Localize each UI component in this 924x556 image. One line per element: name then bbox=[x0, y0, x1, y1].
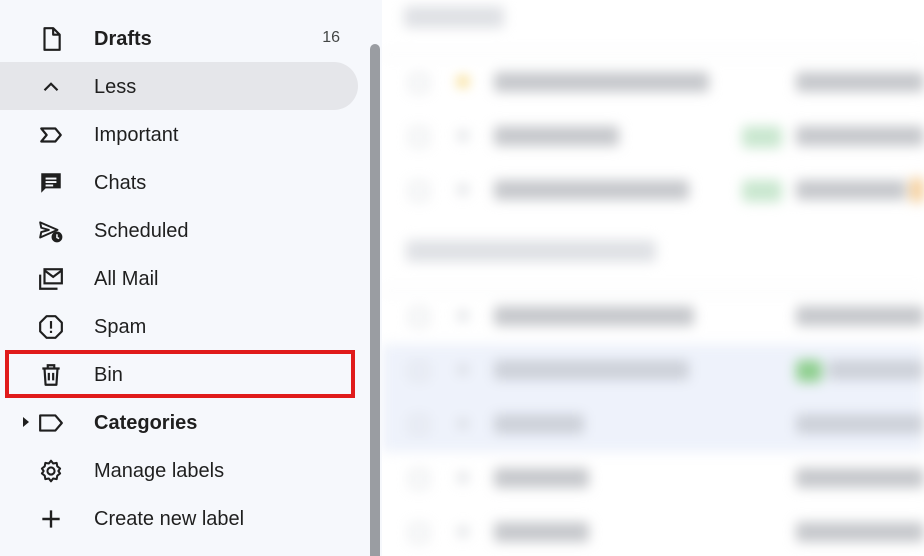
star-icon: ★ bbox=[454, 125, 472, 147]
list-item: ★ bbox=[382, 110, 924, 164]
sidebar-item-label: Create new label bbox=[94, 508, 245, 530]
list-item: ★ bbox=[382, 452, 924, 506]
subject-blurred bbox=[796, 522, 924, 542]
label-chip bbox=[742, 180, 782, 202]
checkbox bbox=[410, 524, 428, 542]
list-item: ★ bbox=[382, 398, 924, 452]
sender-blurred bbox=[494, 306, 694, 326]
subject-blurred bbox=[796, 180, 906, 200]
draft-icon bbox=[38, 26, 64, 52]
sender-blurred bbox=[494, 360, 689, 380]
sidebar-item-label: Drafts bbox=[94, 28, 152, 50]
chat-icon bbox=[38, 170, 64, 196]
subject-blurred bbox=[796, 414, 924, 434]
message-list-blurred: ★ ★ ★ ★ ★ ★ ★ ★ bbox=[382, 0, 924, 556]
sidebar-item-important[interactable]: Important bbox=[0, 110, 358, 158]
sidebar-item-create-label[interactable]: Create new label bbox=[0, 494, 358, 542]
sidebar-item-label: Spam bbox=[94, 316, 147, 338]
list-item: ★ bbox=[382, 344, 924, 398]
sidebar-item-label: Bin bbox=[94, 364, 123, 386]
star-icon: ★ bbox=[454, 521, 472, 543]
checkbox bbox=[410, 182, 428, 200]
section-heading-blurred bbox=[404, 6, 504, 28]
spam-icon bbox=[38, 314, 64, 340]
sidebar-item-chats[interactable]: Chats bbox=[0, 158, 358, 206]
sidebar-item-label: Less bbox=[94, 76, 137, 98]
label-icon bbox=[38, 410, 64, 436]
sender-blurred bbox=[494, 468, 589, 488]
important-icon bbox=[38, 122, 64, 148]
sidebar-item-all-mail[interactable]: All Mail bbox=[0, 254, 358, 302]
subject-blurred bbox=[796, 468, 924, 488]
sidebar-item-drafts[interactable]: Drafts 16 bbox=[0, 14, 358, 62]
list-item: ★ bbox=[382, 56, 924, 110]
sidebar-nav: Drafts 16 Less Important Chats Scheduled bbox=[0, 0, 382, 556]
sidebar-item-label: Important bbox=[94, 124, 179, 146]
sidebar-item-label: All Mail bbox=[94, 268, 159, 290]
expand-arrow-icon[interactable] bbox=[20, 415, 32, 429]
sidebar-item-label: Manage labels bbox=[94, 460, 225, 482]
star-icon: ★ bbox=[454, 359, 472, 381]
sidebar-item-manage-labels[interactable]: Manage labels bbox=[0, 446, 358, 494]
trash-icon bbox=[38, 362, 64, 388]
star-icon: ★ bbox=[454, 179, 472, 201]
list-item: ★ bbox=[382, 506, 924, 556]
divider bbox=[382, 54, 924, 55]
sender-blurred bbox=[494, 126, 619, 146]
subject-blurred bbox=[828, 360, 924, 380]
scrollbar-thumb[interactable] bbox=[370, 44, 380, 556]
subject-blurred bbox=[796, 306, 924, 326]
subject-blurred bbox=[796, 126, 924, 146]
sidebar-item-scheduled[interactable]: Scheduled bbox=[0, 206, 358, 254]
sender-blurred bbox=[494, 72, 709, 92]
sidebar-item-label: Categories bbox=[94, 412, 198, 434]
gear-icon bbox=[38, 458, 64, 484]
checkbox bbox=[410, 416, 428, 434]
sidebar-item-label: Chats bbox=[94, 172, 147, 194]
checkbox bbox=[410, 362, 428, 380]
tag-blurred bbox=[910, 178, 924, 202]
star-icon: ★ bbox=[454, 305, 472, 327]
subject-blurred bbox=[796, 72, 924, 92]
sidebar-item-label: Scheduled bbox=[94, 220, 189, 242]
sidebar-item-spam[interactable]: Spam bbox=[0, 302, 358, 350]
plus-icon bbox=[38, 506, 64, 532]
label-chip bbox=[796, 360, 822, 382]
blurred-content: ★ ★ ★ ★ ★ ★ ★ ★ bbox=[382, 0, 924, 556]
sidebar-item-less[interactable]: Less bbox=[0, 62, 358, 110]
sender-blurred bbox=[494, 414, 584, 434]
sidebar-item-bin[interactable]: Bin bbox=[0, 350, 358, 398]
checkbox bbox=[410, 74, 428, 92]
drafts-count: 16 bbox=[322, 29, 340, 46]
list-item: ★ bbox=[382, 290, 924, 344]
checkbox bbox=[410, 470, 428, 488]
checkbox bbox=[410, 128, 428, 146]
star-icon: ★ bbox=[454, 413, 472, 435]
list-item: ★ bbox=[382, 164, 924, 218]
sender-blurred bbox=[494, 522, 589, 542]
star-icon: ★ bbox=[454, 467, 472, 489]
section-heading-blurred bbox=[406, 240, 656, 262]
chevron-up-icon bbox=[38, 74, 64, 100]
scheduled-send-icon bbox=[38, 218, 64, 244]
checkbox bbox=[410, 308, 428, 326]
sidebar-item-categories[interactable]: Categories bbox=[0, 398, 358, 446]
sender-blurred bbox=[494, 180, 689, 200]
all-mail-icon bbox=[38, 266, 64, 292]
label-chip bbox=[742, 126, 782, 148]
star-icon: ★ bbox=[454, 71, 472, 93]
